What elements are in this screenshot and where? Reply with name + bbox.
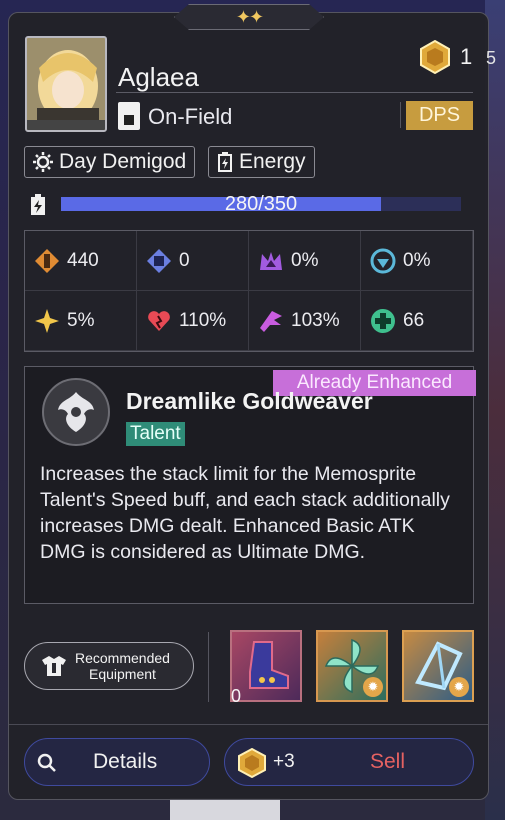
stat-crit-rate: 5%: [25, 291, 137, 351]
sell-button[interactable]: +3 Sell: [224, 738, 474, 786]
crown-icon: [257, 247, 285, 275]
background-bottom-block: [170, 798, 280, 820]
defense-icon: [145, 247, 173, 275]
relic-slot-pinwheel[interactable]: ✹: [316, 630, 388, 702]
details-button[interactable]: Details: [24, 738, 210, 786]
shield-ring-icon: [369, 247, 397, 275]
details-label: Details: [93, 750, 158, 773]
energy-tag-label: Energy: [239, 150, 306, 173]
energy-value: 280/350: [224, 193, 298, 215]
currency-count: 1: [460, 44, 473, 69]
sell-label: Sell: [370, 750, 406, 773]
path-tag-label: Day Demigod: [59, 150, 187, 173]
recommended-equipment-button[interactable]: Recommended Equipment: [24, 642, 194, 690]
heart-crack-icon: [145, 307, 173, 335]
stat-effect-res: 0%: [361, 231, 473, 291]
portrait-level-bar: [27, 120, 105, 130]
stat-heal-value: 66: [403, 309, 425, 331]
search-icon: [37, 753, 56, 772]
energy-tag[interactable]: Energy: [208, 146, 315, 178]
stats-grid: 440 0 0% 0% 5% 110% 103% 66: [24, 230, 474, 352]
relic-gear-icon: ✹: [363, 677, 383, 697]
recommended-line2: Equipment: [89, 666, 156, 682]
boot-icon: [249, 641, 289, 689]
stat-attack-value: 440: [67, 249, 99, 271]
stat-break-effect: 103%: [249, 291, 361, 351]
wing-icon: [257, 307, 285, 335]
stat-crit-dmg: 110%: [137, 291, 249, 351]
skill-description: Increases the stack limit for the Memosp…: [40, 463, 450, 563]
skill-emblem-icon: [42, 378, 110, 446]
role-badge: DPS: [406, 101, 473, 130]
equipment-divider: [208, 632, 209, 702]
stat-heal: 66: [361, 291, 473, 351]
sell-coin-icon: [238, 748, 266, 778]
armor-icon: [42, 656, 66, 676]
path-tag[interactable]: Day Demigod: [24, 146, 196, 178]
stat-crown: 0%: [249, 231, 361, 291]
character-position: On-Field: [148, 104, 233, 129]
footer-divider: [9, 724, 488, 725]
sun-gear-icon: [33, 152, 53, 172]
rarity-stars-icon: ✦✦: [174, 4, 324, 30]
skill-name: Dreamlike Goldweaver: [126, 388, 373, 414]
relic-count: 0: [231, 686, 242, 706]
stat-crown-value: 0%: [291, 249, 319, 271]
battery-icon: [218, 152, 232, 172]
stat-attack: 440: [25, 231, 137, 291]
attack-icon: [33, 247, 61, 275]
stat-defense: 0: [137, 231, 249, 291]
edge-number: 5: [486, 48, 497, 68]
energy-bolt-icon: [31, 194, 45, 215]
stat-crit-rate-value: 5%: [67, 309, 95, 331]
name-divider: [116, 92, 473, 93]
sell-bonus: +3: [273, 751, 295, 772]
position-icon: [118, 102, 140, 130]
relic-slot-sphere[interactable]: ✹: [402, 630, 474, 702]
stat-defense-value: 0: [179, 249, 190, 271]
portrait-art-icon: [27, 38, 105, 130]
recommended-line1: Recommended: [75, 650, 170, 666]
character-portrait[interactable]: [25, 36, 107, 132]
stat-break-effect-value: 103%: [291, 309, 340, 331]
recommended-equipment-label: Recommended Equipment: [75, 650, 170, 682]
character-name: Aglaea: [118, 62, 199, 92]
currency-coin-icon: [420, 40, 450, 74]
relic-gear-icon-2: ✹: [449, 677, 469, 697]
role-divider: [400, 102, 401, 128]
cross-heal-icon: [369, 307, 397, 335]
stat-effect-res-value: 0%: [403, 249, 431, 271]
star-burst-icon: [33, 307, 61, 335]
stat-crit-dmg-value: 110%: [179, 309, 227, 331]
skill-type-badge: Talent: [126, 422, 185, 446]
